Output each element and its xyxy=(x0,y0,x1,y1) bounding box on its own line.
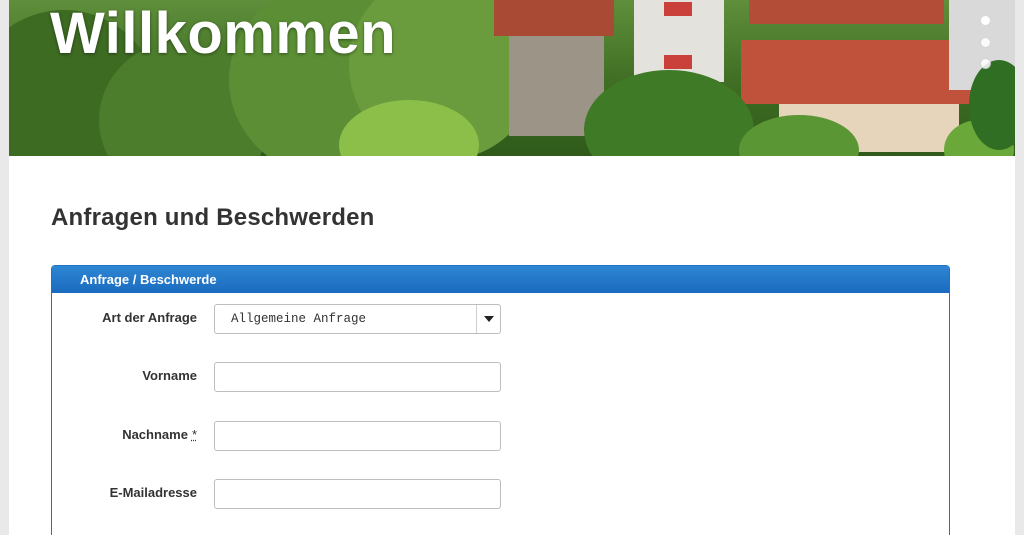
last-name-field[interactable] xyxy=(214,421,501,451)
slider-dot[interactable] xyxy=(980,58,991,69)
roof-shape xyxy=(494,0,614,36)
email-field[interactable] xyxy=(214,479,501,509)
slider-dot[interactable] xyxy=(980,15,991,26)
slider-dot[interactable] xyxy=(980,37,991,48)
form-row-last-name: Nachname * xyxy=(52,421,949,451)
last-name-label: Nachname xyxy=(122,427,188,442)
panel-title: Anfrage / Beschwerde xyxy=(80,272,217,287)
form-row-type: Art der Anfrage Allgemeine Anfrage xyxy=(52,304,949,334)
roof-shape xyxy=(741,40,973,104)
hero-banner: Willkommen xyxy=(9,0,1015,156)
panel-header: Anfrage / Beschwerde xyxy=(52,266,949,293)
form-row-email: E-Mailadresse xyxy=(52,479,949,509)
email-label: E-Mailadresse xyxy=(109,485,197,500)
tree-shape xyxy=(584,70,754,156)
window-shutter xyxy=(664,2,692,16)
inquiry-type-value: Allgemeine Anfrage xyxy=(231,312,367,326)
inquiry-form-panel: Anfrage / Beschwerde Art der Anfrage All… xyxy=(51,265,950,535)
type-label: Art der Anfrage xyxy=(102,310,197,325)
page-container: Willkommen Anfragen und Beschwerden Anfr… xyxy=(9,0,1015,535)
hero-title: Willkommen xyxy=(50,1,397,66)
inquiry-type-select[interactable]: Allgemeine Anfrage xyxy=(214,304,501,334)
first-name-label: Vorname xyxy=(142,368,197,383)
last-name-label-group: Nachname * xyxy=(122,421,197,449)
dropdown-button[interactable] xyxy=(476,305,500,333)
required-indicator: * xyxy=(191,427,197,442)
chevron-down-icon xyxy=(484,316,494,322)
first-name-field[interactable] xyxy=(214,362,501,392)
roof-shape xyxy=(749,0,944,24)
form-row-first-name: Vorname xyxy=(52,362,949,392)
page-title: Anfragen und Beschwerden xyxy=(51,204,375,231)
window-shutter xyxy=(664,55,692,69)
